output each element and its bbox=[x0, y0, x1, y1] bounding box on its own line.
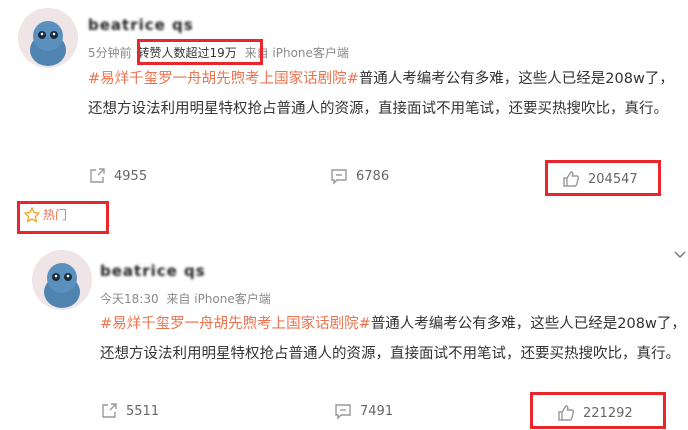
hashtag-link[interactable]: #易烊千玺罗一舟胡先煦考上国家话剧院# bbox=[100, 316, 371, 332]
repost-icon bbox=[102, 403, 117, 418]
chevron-down-icon[interactable] bbox=[674, 248, 686, 263]
avatar[interactable] bbox=[32, 250, 92, 310]
likes-highlight-box bbox=[545, 160, 661, 196]
repost-button[interactable]: 5511 bbox=[100, 402, 159, 420]
comment-count: 6786 bbox=[356, 168, 390, 184]
avatar[interactable] bbox=[18, 8, 78, 68]
comment-icon bbox=[331, 169, 347, 185]
post-body: #易烊千玺罗一舟胡先煦考上国家话剧院#普通人考编考公有多难，这些人已经是208w… bbox=[88, 64, 678, 124]
comment-icon bbox=[335, 404, 351, 420]
hot-highlight-box bbox=[17, 201, 109, 234]
post-time: 今天18:30 bbox=[100, 292, 159, 306]
username-blurred[interactable]: beatrice qs bbox=[88, 16, 194, 34]
comment-button[interactable]: 7491 bbox=[334, 402, 393, 420]
repost-icon bbox=[90, 168, 105, 183]
repost-count: 5511 bbox=[126, 403, 160, 419]
repost-button[interactable]: 4955 bbox=[88, 167, 147, 185]
post-meta: 今天18:30 来自 iPhone客户端 bbox=[100, 290, 271, 307]
repost-count: 4955 bbox=[114, 168, 148, 184]
comment-button[interactable]: 6786 bbox=[330, 167, 389, 185]
post-source[interactable]: 来自 iPhone客户端 bbox=[166, 292, 270, 306]
likes-highlight-box bbox=[530, 392, 666, 429]
hashtag-link[interactable]: #易烊千玺罗一舟胡先煦考上国家话剧院# bbox=[88, 71, 359, 87]
post-body: #易烊千玺罗一舟胡先煦考上国家话剧院#普通人考编考公有多难，这些人已经是208w… bbox=[100, 309, 688, 369]
post-time: 5分钟前 bbox=[88, 46, 132, 60]
comment-count: 7491 bbox=[360, 403, 394, 419]
username-blurred[interactable]: beatrice qs bbox=[100, 262, 206, 280]
highlight-box bbox=[137, 39, 263, 65]
